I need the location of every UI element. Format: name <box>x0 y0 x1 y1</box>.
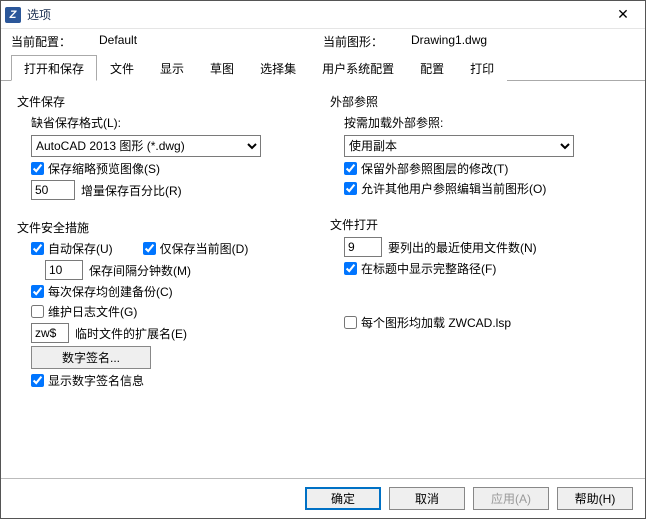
tab-strip: 打开和保存 文件 显示 草图 选择集 用户系统配置 配置 打印 <box>1 54 645 81</box>
thumbnail-checkbox[interactable]: 保存缩略预览图像(S) <box>31 160 160 177</box>
increment-percent-input[interactable] <box>31 180 75 200</box>
default-format-label: 缺省保存格式(L): <box>17 114 316 131</box>
cancel-button[interactable]: 取消 <box>389 487 465 510</box>
window-title: 选项 <box>27 6 51 23</box>
group-file-save-title: 文件保存 <box>17 93 316 110</box>
tab-selection[interactable]: 选择集 <box>247 55 309 81</box>
show-digisig-checkbox-input[interactable] <box>31 374 44 387</box>
tab-display[interactable]: 显示 <box>147 55 197 81</box>
current-profile-label: 当前配置： <box>11 33 71 50</box>
group-file-safety-title: 文件安全措施 <box>17 219 316 236</box>
log-checkbox-label: 维护日志文件(G) <box>48 303 137 320</box>
profile-row: 当前配置： Default 当前图形： Drawing1.dwg <box>1 29 645 52</box>
dialog-footer: 确定 取消 应用(A) 帮助(H) <box>1 478 645 518</box>
allow-refedit-checkbox[interactable]: 允许其他用户参照编辑当前图形(O) <box>344 180 546 197</box>
right-column: 外部参照 按需加载外部参照: 使用副本 保留外部参照图层的修改(T) <box>328 91 631 470</box>
group-file-save: 文件保存 缺省保存格式(L): AutoCAD 2013 图形 (*.dwg) … <box>15 91 318 209</box>
log-checkbox[interactable]: 维护日志文件(G) <box>31 303 137 320</box>
group-file-open: 文件打开 要列出的最近使用文件数(N) 在标题中显示完整路径(F) <box>328 214 631 286</box>
current-only-checkbox-label: 仅保存当前图(D) <box>160 240 249 257</box>
default-format-select[interactable]: AutoCAD 2013 图形 (*.dwg) <box>31 135 261 157</box>
log-checkbox-input[interactable] <box>31 305 44 318</box>
autosave-checkbox-input[interactable] <box>31 242 44 255</box>
keep-xref-layers-checkbox-input[interactable] <box>344 162 357 175</box>
save-interval-input[interactable] <box>45 260 83 280</box>
autosave-checkbox-label: 自动保存(U) <box>48 240 113 257</box>
group-xref-title: 外部参照 <box>330 93 629 110</box>
allow-refedit-checkbox-label: 允许其他用户参照编辑当前图形(O) <box>361 180 546 197</box>
keep-xref-layers-checkbox-label: 保留外部参照图层的修改(T) <box>361 160 508 177</box>
thumbnail-checkbox-label: 保存缩略预览图像(S) <box>48 160 160 177</box>
tab-open-and-save[interactable]: 打开和保存 <box>11 55 97 81</box>
left-column: 文件保存 缺省保存格式(L): AutoCAD 2013 图形 (*.dwg) … <box>15 91 318 470</box>
allow-refedit-checkbox-input[interactable] <box>344 182 357 195</box>
backup-checkbox-input[interactable] <box>31 285 44 298</box>
tab-content: 文件保存 缺省保存格式(L): AutoCAD 2013 图形 (*.dwg) … <box>1 81 645 478</box>
fullpath-checkbox[interactable]: 在标题中显示完整路径(F) <box>344 260 496 277</box>
current-only-checkbox-input[interactable] <box>143 242 156 255</box>
current-drawing-label: 当前图形： <box>323 33 383 50</box>
temp-ext-label: 临时文件的扩展名(E) <box>75 325 187 342</box>
backup-checkbox[interactable]: 每次保存均创建备份(C) <box>31 283 173 300</box>
current-only-checkbox[interactable]: 仅保存当前图(D) <box>143 240 249 257</box>
tab-user-preferences[interactable]: 用户系统配置 <box>309 55 407 81</box>
thumbnail-checkbox-input[interactable] <box>31 162 44 175</box>
keep-xref-layers-checkbox[interactable]: 保留外部参照图层的修改(T) <box>344 160 508 177</box>
tab-plot[interactable]: 打印 <box>457 55 507 81</box>
load-lsp-checkbox-label: 每个图形均加载 ZWCAD.lsp <box>361 314 511 331</box>
recent-files-input[interactable] <box>344 237 382 257</box>
xref-load-select[interactable]: 使用副本 <box>344 135 574 157</box>
apply-button[interactable]: 应用(A) <box>473 487 549 510</box>
tab-files[interactable]: 文件 <box>97 55 147 81</box>
xref-load-label: 按需加载外部参照: <box>330 114 629 131</box>
group-misc: 每个图形均加载 ZWCAD.lsp <box>328 294 631 340</box>
autosave-checkbox[interactable]: 自动保存(U) <box>31 240 113 257</box>
save-interval-label: 保存间隔分钟数(M) <box>89 262 191 279</box>
show-digisig-checkbox[interactable]: 显示数字签名信息 <box>31 372 144 389</box>
show-digisig-checkbox-label: 显示数字签名信息 <box>48 372 144 389</box>
options-dialog: Z 选项 ✕ 当前配置： Default 当前图形： Drawing1.dwg … <box>0 0 646 519</box>
tab-profiles[interactable]: 配置 <box>407 55 457 81</box>
current-profile-value: Default <box>99 33 137 50</box>
temp-ext-input[interactable] <box>31 323 69 343</box>
group-file-open-title: 文件打开 <box>330 216 629 233</box>
group-xref: 外部参照 按需加载外部参照: 使用副本 保留外部参照图层的修改(T) <box>328 91 631 206</box>
group-file-safety: 文件安全措施 自动保存(U) 仅保存当前图(D) 保存间隔分钟数(M) <box>15 217 318 398</box>
increment-percent-label: 增量保存百分比(R) <box>81 182 182 199</box>
fullpath-checkbox-label: 在标题中显示完整路径(F) <box>361 260 496 277</box>
load-lsp-checkbox[interactable]: 每个图形均加载 ZWCAD.lsp <box>344 314 511 331</box>
app-icon: Z <box>5 7 21 23</box>
current-drawing-value: Drawing1.dwg <box>411 33 487 50</box>
load-lsp-checkbox-input[interactable] <box>344 316 357 329</box>
help-button[interactable]: 帮助(H) <box>557 487 633 510</box>
ok-button[interactable]: 确定 <box>305 487 381 510</box>
backup-checkbox-label: 每次保存均创建备份(C) <box>48 283 173 300</box>
tab-drafting[interactable]: 草图 <box>197 55 247 81</box>
titlebar: Z 选项 ✕ <box>1 1 645 29</box>
digital-signature-button[interactable]: 数字签名... <box>31 346 151 369</box>
close-icon[interactable]: ✕ <box>605 3 641 27</box>
recent-files-label: 要列出的最近使用文件数(N) <box>388 239 537 256</box>
fullpath-checkbox-input[interactable] <box>344 262 357 275</box>
